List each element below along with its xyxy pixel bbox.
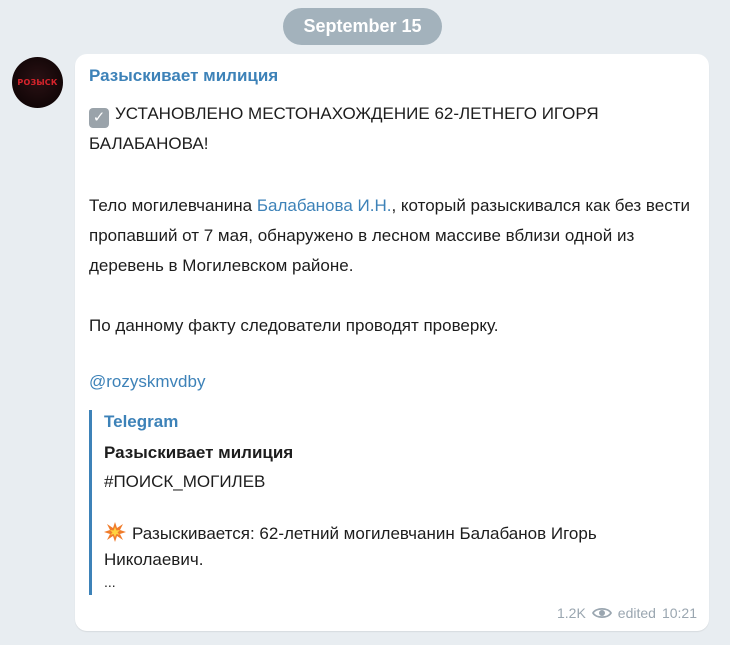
- channel-avatar[interactable]: РОЗЫСК: [12, 57, 63, 108]
- sender-name[interactable]: Разыскивает милиция: [89, 66, 278, 86]
- message-headline: ✓ УСТАНОВЛЕНО МЕСТОНАХОЖДЕНИЕ 62-ЛЕТНЕГО …: [89, 99, 689, 159]
- preview-text-block: Разыскивается: 62-летний могилевчанин Ба…: [104, 521, 649, 573]
- preview-text: Разыскивается: 62-летний могилевчанин Ба…: [104, 524, 597, 569]
- message-time: 10:21: [661, 605, 697, 621]
- collision-icon: [104, 522, 126, 542]
- preview-hashtag: #ПОИСК_МОГИЛЕВ: [104, 472, 266, 491]
- p1-before: Тело могилевчанина: [89, 196, 257, 215]
- message-paragraph-2: По данному факту следователи проводят пр…: [89, 316, 499, 335]
- channel-mention-link[interactable]: @rozyskmvdby: [89, 372, 205, 392]
- headline-text: УСТАНОВЛЕНО МЕСТОНАХОЖДЕНИЕ 62-ЛЕТНЕГО И…: [89, 104, 599, 153]
- link-preview[interactable]: Telegram Разыскивает милиция #ПОИСК_МОГИ…: [89, 410, 649, 595]
- check-mark-icon: ✓: [89, 108, 109, 128]
- preview-title: Разыскивает милиция: [104, 443, 294, 462]
- person-link[interactable]: Балабанова И.Н.: [257, 196, 392, 215]
- message-bubble: Разыскивает милиция ✓ УСТАНОВЛЕНО МЕСТОНА…: [75, 54, 709, 631]
- views-count: 1.2K: [556, 605, 586, 621]
- preview-ellipsis: ...: [104, 574, 116, 590]
- preview-source: Telegram: [104, 412, 179, 431]
- eye-icon: [591, 607, 612, 619]
- date-divider: September 15: [283, 8, 442, 45]
- edited-label: edited: [617, 605, 656, 621]
- message-meta: 1.2K edited 10:21: [557, 605, 697, 621]
- message-paragraph-1: Тело могилевчанина Балабанова И.Н., кото…: [89, 191, 695, 281]
- avatar-label: РОЗЫСК: [17, 78, 58, 87]
